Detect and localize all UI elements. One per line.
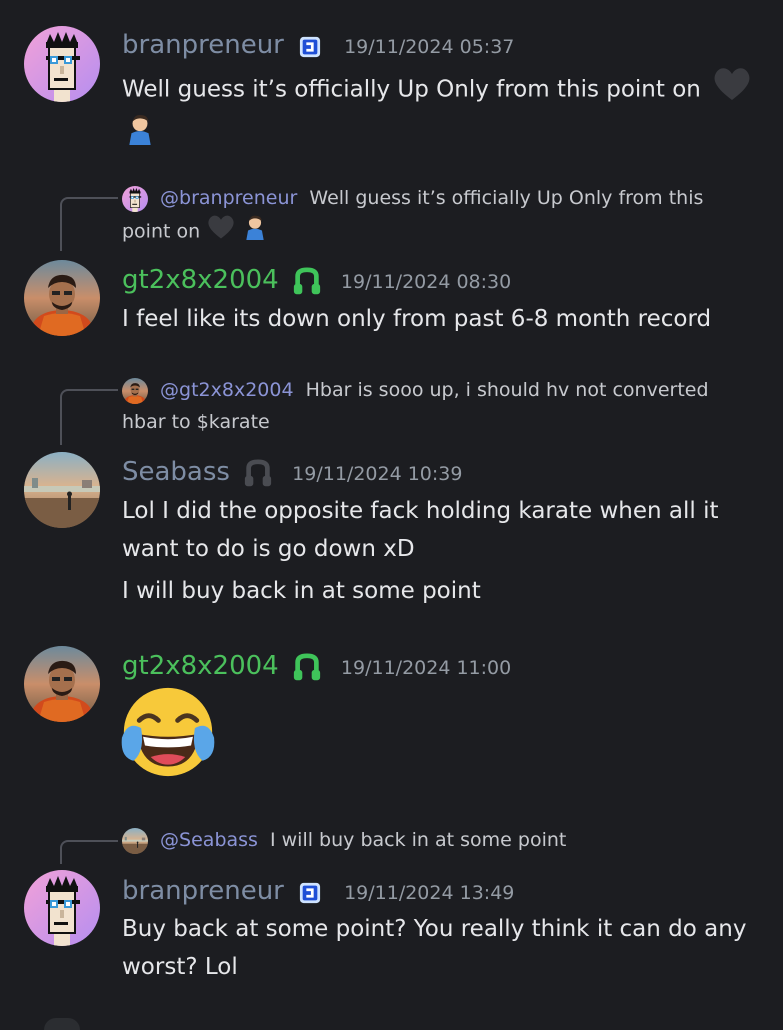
- message-timestamp: 19/11/2024 10:39: [292, 463, 463, 485]
- square-badge-icon[interactable]: [299, 36, 321, 62]
- reply-avatar: [122, 828, 148, 854]
- reply-text-continued: hbar to $karate: [122, 411, 270, 433]
- reply-text: I will buy back in at some point: [270, 829, 567, 851]
- reply-mention[interactable]: @gt2x8x2004: [160, 379, 294, 401]
- message-header: branpreneur 19/11/2024 13:49: [122, 876, 514, 908]
- message-header: branpreneur 19/11/2024 05:37: [122, 30, 514, 62]
- message-timestamp: 19/11/2024 05:37: [344, 36, 515, 58]
- message-text: I will buy back in at some point: [122, 578, 481, 604]
- reply-connector: [60, 840, 118, 864]
- avatar-gt2x8x2004[interactable]: [24, 646, 100, 722]
- reply-preview[interactable]: @Seabass I will buy back in at some poin…: [122, 824, 742, 856]
- avatar-gt2x8x2004[interactable]: [24, 260, 100, 336]
- message-header: gt2x8x2004 19/11/2024 08:30: [122, 265, 511, 301]
- reply-text-continued: point on: [122, 220, 201, 243]
- message-timestamp: 19/11/2024 08:30: [340, 271, 512, 293]
- reply-preview[interactable]: @gt2x8x2004 Hbar is sooo up, i should hv…: [122, 374, 742, 438]
- facepalm-icon: [124, 113, 156, 149]
- username-branpreneur[interactable]: branpreneur: [122, 30, 284, 60]
- message-timestamp: 19/11/2024 13:49: [344, 882, 515, 904]
- reply-avatar: [122, 186, 148, 212]
- headset-badge-icon[interactable]: [243, 459, 273, 493]
- username-gt2x8x2004[interactable]: gt2x8x2004: [122, 265, 279, 295]
- message-header: Seabass 19/11/2024 10:39: [122, 457, 462, 493]
- black-heart-icon: [206, 214, 236, 250]
- reply-connector: [60, 389, 118, 445]
- message-text: Lol I did the opposite fack holding kara…: [122, 498, 719, 524]
- message-header: gt2x8x2004 19/11/2024 11:00: [122, 651, 511, 687]
- avatar-seabass[interactable]: [24, 452, 100, 528]
- headset-badge-icon[interactable]: [292, 653, 322, 687]
- headset-badge-icon[interactable]: [292, 267, 322, 301]
- message-content: Buy back at some point? You really think…: [122, 910, 762, 986]
- username-seabass[interactable]: Seabass: [122, 457, 230, 487]
- reply-connector: [60, 197, 118, 251]
- square-badge-icon[interactable]: [299, 882, 321, 908]
- message-content: Lol I did the opposite fack holding kara…: [122, 492, 762, 610]
- reply-mention[interactable]: @Seabass: [160, 829, 258, 851]
- message-text: Well guess it’s officially Up Only from …: [122, 76, 701, 103]
- reply-mention[interactable]: @branpreneur: [160, 187, 297, 209]
- reply-text: Well guess it’s officially Up Only from …: [309, 187, 704, 209]
- avatar-branpreneur[interactable]: [24, 26, 100, 102]
- message-text: worst? Lol: [122, 954, 238, 980]
- message-text: I feel like its down only from past 6-8 …: [122, 306, 712, 332]
- message-timestamp: 19/11/2024 11:00: [340, 657, 512, 679]
- tears-of-joy-emoji[interactable]: [120, 684, 216, 784]
- reply-avatar: [122, 378, 148, 404]
- reply-text: Hbar is sooo up, i should hv not convert…: [305, 379, 709, 401]
- message-text: want to do is go down xD: [122, 536, 415, 562]
- message-content: Well guess it’s officially Up Only from …: [122, 66, 762, 114]
- next-avatar-partial: [44, 1018, 80, 1030]
- facepalm-icon: [242, 214, 268, 250]
- username-gt2x8x2004[interactable]: gt2x8x2004: [122, 651, 279, 681]
- reply-preview[interactable]: @branpreneur Well guess it’s officially …: [122, 182, 742, 250]
- black-heart-icon: [712, 66, 752, 114]
- message-text: Buy back at some point? You really think…: [122, 916, 747, 942]
- username-branpreneur[interactable]: branpreneur: [122, 876, 284, 906]
- avatar-branpreneur[interactable]: [24, 870, 100, 946]
